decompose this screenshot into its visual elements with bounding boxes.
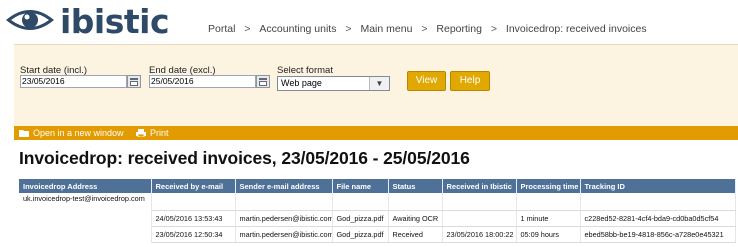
breadcrumb-separator: > — [345, 23, 352, 35]
column-header-received-by-email[interactable]: Received by e-mail — [151, 179, 236, 193]
start-date-calendar-icon[interactable] — [127, 75, 141, 88]
table-cell — [151, 193, 236, 211]
received-invoices-table: Invoicedrop Address Received by e-mail S… — [19, 179, 736, 243]
processing-time-cell: 1 minute — [516, 210, 581, 227]
column-header-tracking-id[interactable]: Tracking ID — [580, 179, 736, 193]
table-cell — [580, 193, 736, 211]
breadcrumb: Portal > Accounting units > Main menu > … — [208, 23, 647, 35]
status-cell: Awaiting OCR — [388, 210, 443, 227]
logo-wordmark: ibistic — [60, 2, 170, 41]
open-in-new-window-link[interactable]: Open in a new window — [33, 126, 124, 140]
view-button[interactable]: View — [407, 71, 446, 91]
table-cell — [235, 193, 333, 211]
column-header-status[interactable]: Status — [388, 179, 443, 193]
start-date-input[interactable]: 23/05/2016 — [20, 75, 127, 88]
column-header-invoicedrop-address[interactable]: Invoicedrop Address — [19, 179, 152, 193]
file-name-cell[interactable]: God_pizza.pdf — [332, 226, 389, 243]
breadcrumb-separator: > — [490, 23, 497, 35]
file-name-cell[interactable]: God_pizza.pdf — [332, 210, 389, 227]
format-label: Select format — [277, 65, 333, 76]
breadcrumb-accounting-units[interactable]: Accounting units — [259, 23, 336, 35]
received-in-ibistic-cell — [442, 210, 517, 227]
sender-email-cell: martin.pedersen@ibistic.com — [235, 226, 333, 243]
table-header-row: Invoicedrop Address Received by e-mail S… — [19, 179, 736, 193]
column-header-file-name[interactable]: File name — [332, 179, 389, 193]
received-by-email-cell: 23/05/2016 12:50:34 — [151, 226, 236, 243]
end-date-input[interactable]: 25/05/2016 — [149, 75, 256, 88]
received-in-ibistic-cell: 23/05/2016 18:00:22 — [442, 226, 517, 243]
printer-icon — [136, 129, 146, 137]
report-filter-panel: Start date (incl.) 23/05/2016 End date (… — [14, 44, 738, 126]
tracking-id-cell: ebed58bb-be19-4818-856c-a728e0e45321 — [580, 226, 736, 243]
received-by-email-cell: 24/05/2016 13:53:43 — [151, 210, 236, 227]
eye-logo-icon — [6, 10, 54, 30]
chevron-down-icon[interactable]: ▼ — [369, 77, 389, 90]
ibistic-logo[interactable]: ibistic — [4, 2, 184, 41]
format-select-value: Web page — [281, 78, 322, 88]
sender-email-cell: martin.pedersen@ibistic.com — [235, 210, 333, 227]
column-header-sender-email[interactable]: Sender e-mail address — [235, 179, 333, 193]
table-row: uk.invoicedrop-test@invoicedrop.com — [19, 193, 736, 242]
table-cell — [516, 193, 581, 211]
column-header-received-in-ibistic[interactable]: Received in Ibistic — [442, 179, 517, 193]
help-button[interactable]: Help — [450, 71, 490, 91]
invoicedrop-address-cell: uk.invoicedrop-test@invoicedrop.com — [19, 193, 152, 242]
folder-icon — [19, 130, 29, 137]
table-cell — [442, 193, 517, 211]
report-toolbar: Open in a new window Print — [14, 126, 738, 140]
breadcrumb-main-menu[interactable]: Main menu — [360, 23, 412, 35]
page-header: ibistic Portal > Accounting units > Main… — [0, 0, 738, 44]
breadcrumb-separator: > — [244, 23, 251, 35]
processing-time-cell: 05:09 hours — [516, 226, 581, 243]
breadcrumb-reporting[interactable]: Reporting — [436, 23, 482, 35]
status-cell: Received — [388, 226, 443, 243]
breadcrumb-separator: > — [421, 23, 428, 35]
breadcrumb-portal[interactable]: Portal — [208, 23, 235, 35]
report-title: Invoicedrop: received invoices, 23/05/20… — [19, 148, 470, 168]
column-header-processing-time[interactable]: Processing time — [516, 179, 581, 193]
format-select[interactable]: Web page ▼ — [277, 76, 390, 91]
table-cell — [388, 193, 443, 211]
end-date-calendar-icon[interactable] — [256, 75, 270, 88]
print-link[interactable]: Print — [150, 126, 169, 140]
tracking-id-cell: c228ed52-8281-4cf4-bda9-cd0ba0d5cf54 — [580, 210, 736, 227]
table-cell — [332, 193, 389, 211]
breadcrumb-current-page: Invoicedrop: received invoices — [505, 23, 647, 35]
